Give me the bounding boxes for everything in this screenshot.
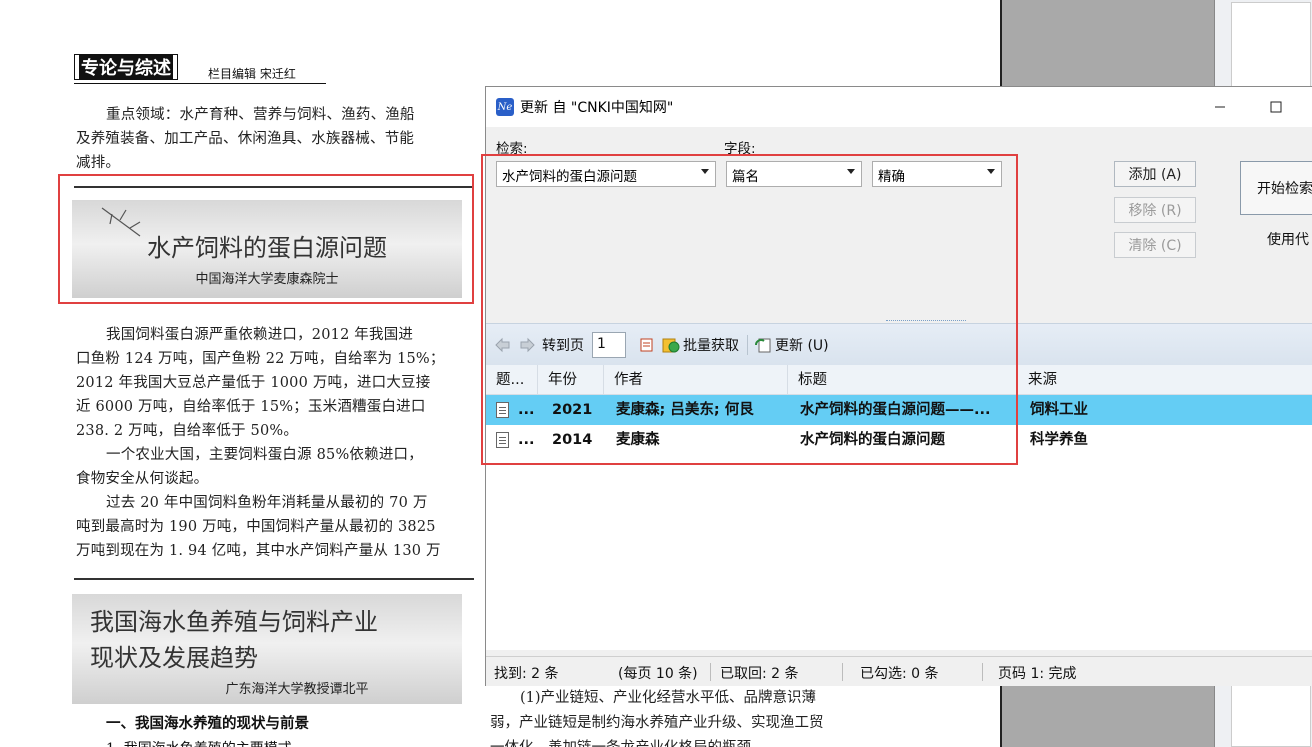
right-line: (1)产业链短、产业化经营水平低、品牌意识薄	[520, 690, 817, 706]
status-divider	[842, 663, 843, 681]
remove-button[interactable]: 移除 (R)	[1114, 197, 1196, 223]
status-per-page: (每页 10 条)	[618, 666, 698, 682]
section-rule	[74, 578, 474, 580]
body-line: 238. 2 万吨，自给率低于 50%。	[76, 423, 299, 439]
article2-title-line2: 现状及发展趋势	[90, 644, 258, 672]
body-line: 一个农业大国，主要饲料蛋白源 85%依赖进口，	[106, 447, 423, 463]
minimize-button[interactable]	[1210, 97, 1230, 117]
start-search-button[interactable]: 开始检索	[1240, 161, 1312, 215]
status-divider	[982, 663, 983, 681]
article2-title-line1: 我国海水鱼养殖与饲料产业	[90, 608, 378, 636]
article1-body: 我国饲料蛋白源严重依赖进口，2012 年我国进 口鱼粉 124 万吨，国产鱼粉 …	[76, 323, 466, 563]
highlight-box-results	[481, 154, 1018, 465]
article2-banner: 我国海水鱼养殖与饲料产业 现状及发展趋势 广东海洋大学教授谭北平	[72, 594, 462, 704]
column-header-source[interactable]: 来源	[1018, 365, 1312, 395]
dialog-titlebar[interactable]: Ne 更新 自 "CNKI中国知网"	[486, 87, 1312, 127]
cell-source: 科学养鱼	[1030, 432, 1088, 448]
status-divider	[710, 663, 711, 681]
right-column-text: (1)产业链短、产业化经营水平低、品牌意识薄 弱，产业链短是制约海水养殖产业升级…	[490, 686, 890, 747]
use-proxy-label[interactable]: 使用代	[1267, 229, 1309, 249]
dialog-title: 更新 自 "CNKI中国知网"	[520, 100, 674, 116]
highlight-box-title	[58, 174, 474, 304]
body-line: 吨到最高时为 190 万吨，中国饲料产量从最初的 3825	[76, 519, 436, 535]
maximize-icon	[1270, 101, 1282, 113]
maximize-button[interactable]	[1266, 97, 1286, 117]
body-line: 口鱼粉 124 万吨，国产鱼粉 22 万吨，自给率为 15%；	[76, 351, 445, 367]
minimize-icon	[1215, 106, 1225, 108]
body-line: 我国饲料蛋白源严重依赖进口，2012 年我国进	[106, 327, 414, 343]
column-title-box: 专论与综述	[74, 54, 178, 80]
add-button[interactable]: 添加 (A)	[1114, 161, 1196, 187]
clear-button[interactable]: 清除 (C)	[1114, 232, 1196, 258]
right-line: 弱，产业链短是制约海水养殖产业升级、实现渔工贸	[490, 715, 824, 731]
body-line: 食物安全从何谈起。	[76, 471, 209, 487]
status-bar: 找到: 2 条 (每页 10 条) 已取回: 2 条 已勾选: 0 条 页码 1…	[486, 656, 1312, 686]
intro-line: 及养殖装备、加工产品、休闲渔具、水族器械、节能	[76, 131, 415, 147]
intro-line: 重点领域：水产育种、营养与饲料、渔药、渔船	[106, 107, 415, 123]
status-page: 页码 1: 完成	[998, 666, 1077, 682]
body-line: 2012 年我国大豆总产量低于 1000 万吨，进口大豆接	[76, 375, 431, 391]
section-subheading: 1. 我国海水鱼养殖的主要模式	[106, 738, 506, 747]
section-heading: 一、我国海水养殖的现状与前景	[106, 715, 309, 732]
cell-source: 饲料工业	[1030, 402, 1088, 418]
column-heading: 专论与综述 栏目编辑 宋迁红	[74, 52, 326, 84]
column-title: 专论与综述	[79, 54, 173, 80]
status-checked: 已勾选: 0 条	[860, 666, 939, 682]
app-icon: Ne	[496, 98, 514, 116]
body-line: 近 6000 万吨，自给率低于 15%；玉米酒糟蛋白进口	[76, 399, 426, 415]
intro-paragraph: 重点领域：水产育种、营养与饲料、渔药、渔船 及养殖装备、加工产品、休闲渔具、水族…	[76, 103, 466, 175]
body-line: 过去 20 年中国饲料鱼粉年消耗量从最初的 70 万	[106, 495, 428, 511]
status-fetched: 已取回: 2 条	[720, 666, 799, 682]
body-line: 万吨到现在为 1. 94 亿吨，其中水产饲料产量从 130 万	[76, 543, 441, 559]
status-found: 找到: 2 条	[494, 666, 559, 682]
right-line: 一体化、善加链一条龙产业化格局的瓶颈	[490, 736, 890, 747]
intro-line: 减排。	[76, 155, 121, 171]
column-editor: 栏目编辑 宋迁红	[208, 67, 296, 81]
article2-author: 广东海洋大学教授谭北平	[225, 682, 369, 697]
